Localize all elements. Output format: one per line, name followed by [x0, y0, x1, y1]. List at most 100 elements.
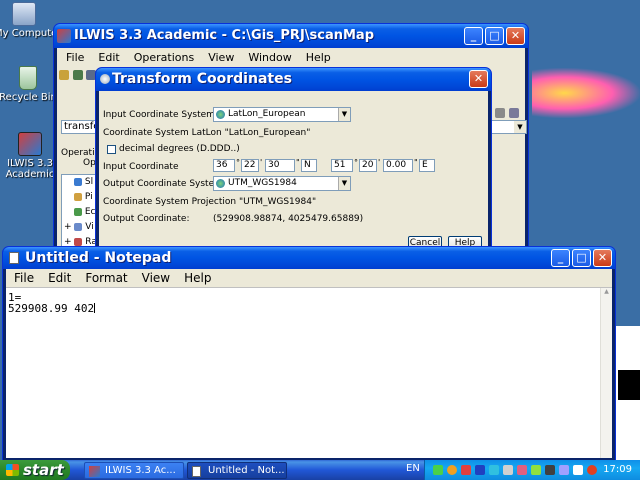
notepad-line: 529908.99 402: [8, 302, 96, 315]
taskbar-button-notepad[interactable]: Untitled - Not...: [187, 462, 287, 479]
tray-icon[interactable]: [461, 465, 471, 475]
dialog-titlebar[interactable]: Transform Coordinates: [96, 68, 491, 91]
output-cs-label: Output Coordinate System: [103, 179, 223, 189]
notepad-minimize-button[interactable]: _: [551, 249, 570, 267]
desktop-wallpaper-shape: [618, 370, 640, 400]
tree-item[interactable]: Ec: [74, 207, 96, 217]
chevron-down-icon[interactable]: ▼: [338, 108, 350, 121]
start-button[interactable]: start: [0, 460, 70, 480]
output-coordinate-label: Output Coordinate:: [103, 214, 190, 224]
tray-icon[interactable]: [587, 465, 597, 475]
ilwis-app-icon: [89, 466, 100, 477]
notepad-text-area[interactable]: 1= 529908.99 402: [6, 288, 600, 458]
cs-projection-text: Coordinate System Projection "UTM_WGS198…: [103, 197, 317, 207]
ilwis-window-title: ILWIS 3.3 Academic - C:\Gis_PRJ\scanMap: [74, 28, 375, 43]
lon-hemisphere-input[interactable]: E: [419, 159, 435, 172]
dialog-title: Transform Coordinates: [112, 71, 292, 87]
tray-icon[interactable]: [531, 465, 541, 475]
transform-coordinates-dialog: Transform Coordinates ✕ Input Coordinate…: [95, 67, 492, 250]
toolbar-icon[interactable]: [495, 108, 505, 118]
tray-icon[interactable]: [545, 465, 555, 475]
ilwis-titlebar[interactable]: ILWIS 3.3 Academic - C:\Gis_PRJ\scanMap: [54, 24, 528, 48]
menu-help[interactable]: Help: [299, 51, 338, 64]
desktop-icon-label: My Computer: [0, 28, 62, 39]
ilwis-app-icon: [57, 29, 71, 43]
text-cursor: [94, 303, 96, 313]
tray-icon[interactable]: [475, 465, 485, 475]
open-icon[interactable]: [59, 70, 69, 80]
menu-view[interactable]: View: [136, 271, 178, 285]
ilwis-app-icon: [18, 132, 42, 156]
decimal-degrees-label: decimal degrees (D.DDD..): [119, 144, 240, 154]
tray-icon[interactable]: [433, 465, 443, 475]
globe-icon: [216, 110, 225, 119]
menu-edit[interactable]: Edit: [91, 51, 126, 64]
notepad-titlebar[interactable]: Untitled - Notepad: [3, 247, 615, 269]
input-coordinate-label: Input Coordinate: [103, 162, 179, 172]
globe-icon: [216, 179, 225, 188]
desktop-icon-ilwis[interactable]: ILWIS 3.3 Academic: [0, 132, 60, 180]
tree-item[interactable]: Pi: [74, 192, 93, 202]
dialog-close-button[interactable]: ✕: [469, 70, 488, 88]
taskbar-button-ilwis[interactable]: ILWIS 3.3 Ac...: [84, 462, 184, 479]
tray-icon[interactable]: [517, 465, 527, 475]
desktop-icon-recycle-bin[interactable]: Recycle Bin: [0, 66, 58, 103]
chevron-down-icon[interactable]: ▼: [338, 177, 350, 190]
desktop-icon-label: Recycle Bin: [0, 92, 57, 103]
tray-icon[interactable]: [447, 465, 457, 475]
dialog-app-icon: [100, 74, 110, 84]
notepad-app-icon: [192, 466, 201, 477]
notepad-close-button[interactable]: ✕: [593, 249, 612, 267]
menu-help[interactable]: Help: [178, 271, 219, 285]
computer-icon: [12, 2, 36, 26]
input-cs-select[interactable]: LatLon_European ▼: [213, 107, 351, 122]
desktop-icon-my-computer[interactable]: My Computer: [0, 2, 62, 39]
lat-hemisphere-input[interactable]: N: [301, 159, 317, 172]
toolbar-icon[interactable]: [72, 70, 83, 80]
ilwis-menubar: File Edit Operations View Window Help: [57, 48, 525, 66]
lon-degrees-input[interactable]: 51: [331, 159, 353, 172]
output-cs-select[interactable]: UTM_WGS1984 ▼: [213, 176, 351, 191]
tray-icon[interactable]: [489, 465, 499, 475]
chevron-down-icon[interactable]: ▼: [514, 121, 526, 133]
input-cs-label: Input Coordinate System: [103, 110, 215, 120]
notepad-maximize-button[interactable]: □: [572, 249, 591, 267]
menu-file[interactable]: File: [59, 51, 91, 64]
taskbar: start ILWIS 3.3 Ac... Untitled - Not... …: [0, 460, 640, 480]
toolbar-icon[interactable]: [508, 108, 519, 118]
menu-format[interactable]: Format: [79, 271, 135, 285]
desktop-wallpaper-art: [532, 68, 640, 118]
language-indicator[interactable]: EN: [406, 463, 420, 474]
desktop-icon-label: ILWIS 3.3 Academic: [5, 158, 55, 180]
notepad-app-icon: [9, 252, 19, 264]
lat-degrees-input[interactable]: 36: [213, 159, 235, 172]
output-coordinate-value: (529908.98874, 4025479.65889): [213, 214, 364, 224]
tray-icon[interactable]: [573, 465, 583, 475]
lon-minutes-input[interactable]: 20: [359, 159, 377, 172]
lat-seconds-input[interactable]: 30: [265, 159, 295, 172]
ilwis-minimize-button[interactable]: _: [464, 27, 483, 45]
scroll-up-icon[interactable]: ▲: [601, 288, 612, 298]
menu-file[interactable]: File: [8, 271, 42, 285]
notepad-line: 1=: [8, 291, 22, 304]
cs-info-text: Coordinate System LatLon "LatLon_Europea…: [103, 128, 311, 138]
menu-window[interactable]: Window: [241, 51, 298, 64]
notepad-vertical-scrollbar[interactable]: ▲: [600, 288, 612, 458]
menu-operations[interactable]: Operations: [127, 51, 201, 64]
clock[interactable]: 17:09: [603, 464, 632, 475]
ilwis-toolbar: [59, 68, 99, 82]
lat-minutes-input[interactable]: 22: [241, 159, 259, 172]
notepad-menubar: File Edit Format View Help: [6, 269, 612, 288]
tree-item[interactable]: + Vi: [64, 222, 94, 232]
menu-edit[interactable]: Edit: [42, 271, 79, 285]
recycle-bin-icon: [19, 66, 37, 90]
tray-icon[interactable]: [559, 465, 569, 475]
notepad-title: Untitled - Notepad: [25, 250, 172, 266]
ilwis-maximize-button[interactable]: □: [485, 27, 504, 45]
lon-seconds-input[interactable]: 0.00: [383, 159, 413, 172]
decimal-degrees-checkbox[interactable]: [107, 145, 116, 154]
ilwis-close-button[interactable]: ✕: [506, 27, 525, 45]
tray-icon[interactable]: [503, 465, 513, 475]
tree-item[interactable]: Sl: [74, 177, 93, 187]
menu-view[interactable]: View: [201, 51, 241, 64]
